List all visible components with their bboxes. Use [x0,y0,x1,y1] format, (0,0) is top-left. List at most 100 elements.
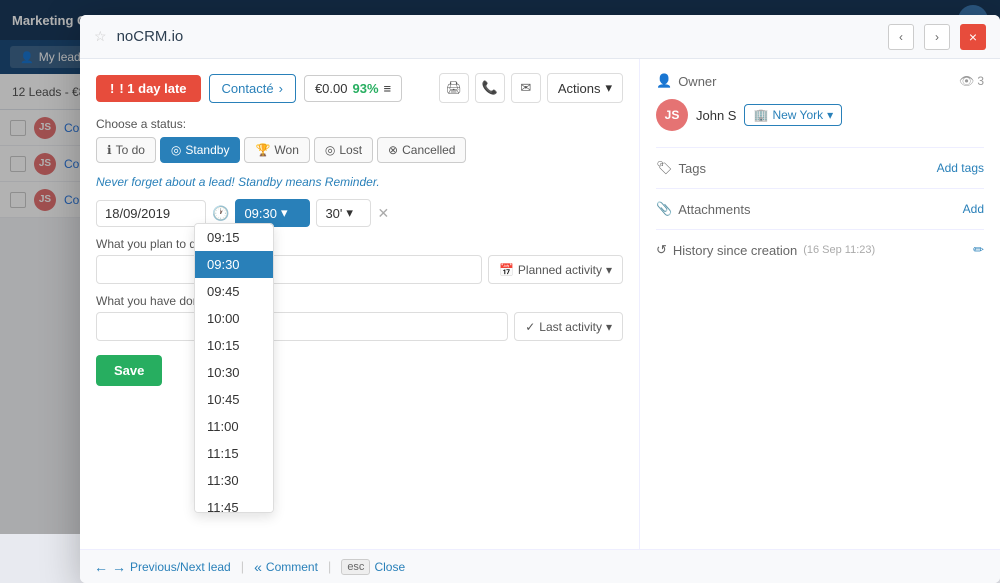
modal-body: ! ! 1 day late Contacté › €0.00 93% ≡ 🖨 [80,59,1000,549]
owner-row: JS John S 🏢 New York ▾ [656,99,984,131]
status-won[interactable]: 🏆 Won [244,137,309,163]
tags-section: 🏷 Tags Add tags [656,160,984,176]
print-button[interactable]: 🖨 [439,73,469,103]
time-option-0945[interactable]: 09:45 [195,278,273,305]
footer-sep: | [241,559,244,574]
todo-label: To do [116,143,145,157]
tags-title: 🏷 Tags [656,160,706,176]
done-label: What you have done [96,294,623,308]
time-dropdown[interactable]: 09:15 09:30 09:45 10:00 10:15 10:30 10:4… [194,223,274,513]
time-option-0915[interactable]: 09:15 [195,224,273,251]
phone-button[interactable]: 📞 [475,73,505,103]
attachments-label: Attachments [678,202,750,217]
owner-label: Owner [678,74,716,89]
last-activity-label: Last activity [539,320,602,334]
plan-input[interactable] [96,255,482,284]
done-section: What you have done ✓ Last activity ▾ [96,294,623,341]
time-option-1015[interactable]: 10:15 [195,332,273,359]
owner-name: John S [696,108,736,123]
plan-section: What you plan to do 📅 Planned activity ▾ [96,237,623,284]
standby-icon: ◎ [171,143,181,157]
owner-avatar: JS [656,99,688,131]
duration-select-button[interactable]: 30' ▾ [316,199,371,227]
time-option-1030[interactable]: 10:30 [195,359,273,386]
time-option-1145[interactable]: 11:45 [195,494,273,513]
status-lost[interactable]: ◎ Lost [314,137,373,163]
history-section: ↺ History since creation (16 Sep 11:23) … [656,242,984,258]
contact-button[interactable]: Contacté › [209,74,296,103]
time-option-1100[interactable]: 11:00 [195,413,273,440]
location-badge[interactable]: 🏢 New York ▾ [744,104,842,126]
late-button[interactable]: ! ! 1 day late [96,75,201,102]
location-name: New York [772,108,823,122]
star-icon[interactable]: ☆ [94,28,107,45]
date-input[interactable] [96,200,206,227]
owner-title: 👤 Owner [656,73,716,89]
status-cancelled[interactable]: ⊗ Cancelled [377,137,466,163]
time-option-1130[interactable]: 11:30 [195,467,273,494]
actions-dropdown-button[interactable]: Actions ▾ [547,73,623,103]
save-button[interactable]: Save [96,355,162,386]
tag-icon: 🏷 [656,160,673,176]
next-button[interactable]: › [924,24,950,50]
comment-section: « Comment [254,559,318,575]
modal-titlebar: ☆ noCRM.io ‹ › × [80,15,1000,59]
amount-value: €0.00 [315,81,348,96]
planned-activity-label: Planned activity [518,263,602,277]
attachments-header: 📎 Attachments Add [656,201,984,217]
done-row: ✓ Last activity ▾ [96,312,623,341]
modal-close-button[interactable]: × [960,24,986,50]
chevron-down-icon: ▾ [346,205,353,221]
tags-header: 🏷 Tags Add tags [656,160,984,176]
cancelled-icon: ⊗ [388,143,398,157]
percent-value: 93% [352,81,378,96]
status-chooser: Choose a status: ℹ To do ◎ Standby 🏆 Wo [96,117,623,163]
status-bar: ! ! 1 day late Contacté › €0.00 93% ≡ 🖨 [96,73,623,103]
time-option-1045[interactable]: 10:45 [195,386,273,413]
amount-badge: €0.00 93% ≡ [304,75,402,102]
prev-next-label[interactable]: Previous/Next lead [130,560,231,574]
time-option-1115[interactable]: 11:15 [195,440,273,467]
esc-key: esc [341,559,370,575]
done-input[interactable] [96,312,508,341]
modal-title: noCRM.io [117,28,878,45]
time-option-1000[interactable]: 10:00 [195,305,273,332]
divider [656,229,984,230]
time-option-0930[interactable]: 09:30 [195,251,273,278]
footer-sep2: | [328,559,331,574]
history-title: ↺ History since creation (16 Sep 11:23) [656,242,875,258]
add-attachment-link[interactable]: Add [963,202,984,216]
planned-activity-button[interactable]: 📅 Planned activity ▾ [488,255,623,284]
status-todo[interactable]: ℹ To do [96,137,156,163]
todo-icon: ℹ [107,143,112,157]
won-label: Won [274,143,298,157]
add-tags-link[interactable]: Add tags [937,161,984,175]
history-date: (16 Sep 11:23) [803,244,875,256]
won-icon: 🏆 [255,143,270,157]
modal-right-panel: 👤 Owner 👁 3 JS John S 🏢 New Y [640,59,1000,549]
checkmark-icon: ✓ [525,320,535,334]
modal-left-panel: ! ! 1 day late Contacté › €0.00 93% ≡ 🖨 [80,59,640,549]
status-standby[interactable]: ◎ Standby [160,137,241,163]
attachments-section: 📎 Attachments Add [656,201,984,217]
comment-arrow[interactable]: « [254,559,262,575]
history-header: ↺ History since creation (16 Sep 11:23) … [656,242,984,258]
prev-button[interactable]: ‹ [888,24,914,50]
next-arrow[interactable]: → [112,559,126,575]
clear-icon[interactable]: ✕ [377,205,389,222]
chevron-down-icon: ▾ [827,108,833,122]
prev-arrow[interactable]: ← [94,559,108,575]
owner-header: 👤 Owner 👁 3 [656,73,984,89]
edit-icon[interactable]: ✏ [973,242,984,258]
divider [656,147,984,148]
viewer-count: 3 [977,74,984,88]
status-tabs: ℹ To do ◎ Standby 🏆 Won ◎ [96,137,623,163]
last-activity-button[interactable]: ✓ Last activity ▾ [514,312,623,341]
email-button[interactable]: ✉ [511,73,541,103]
comment-link[interactable]: Comment [266,560,318,574]
close-link[interactable]: Close [374,560,405,574]
location-icon: 🏢 [753,108,768,122]
standby-label: Standby [185,143,229,157]
exclamation-icon: ! [110,81,114,96]
divider [656,188,984,189]
